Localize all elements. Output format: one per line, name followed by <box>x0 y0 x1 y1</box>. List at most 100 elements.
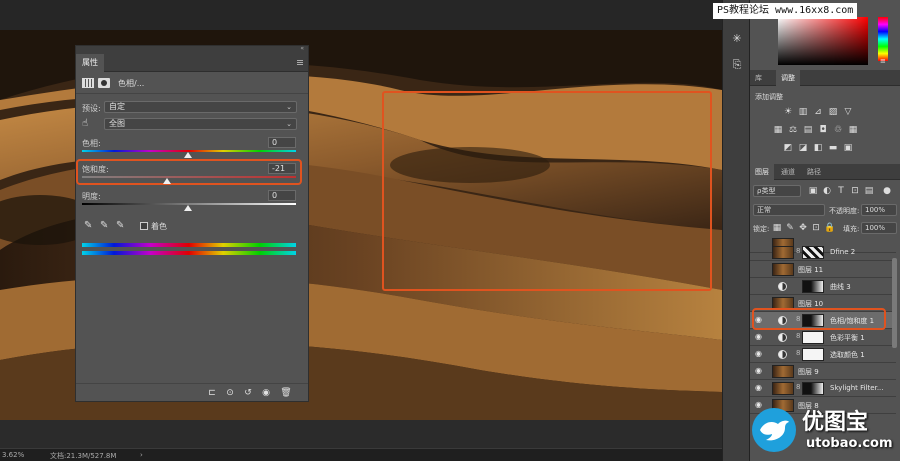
color-lookup-icon[interactable]: ▦ <box>848 125 858 135</box>
panel-menu-icon[interactable]: ≡ <box>880 57 886 65</box>
lock-transparent-icon[interactable]: ▦ <box>772 223 782 233</box>
exposure-icon[interactable]: ▨ <box>828 107 838 117</box>
color-balance-icon[interactable]: ⚖ <box>788 125 798 135</box>
status-arrow[interactable]: › <box>140 451 143 459</box>
eyedropper-plus-icon[interactable]: ✎ <box>100 220 112 232</box>
properties-panel: « 属性 色相/... 预设: 自定 ⌄ ☝ 全图 ⌄ 色相: 0 饱和度: -… <box>75 45 309 402</box>
preset-select[interactable]: 自定 ⌄ <box>104 101 297 113</box>
opacity-value: 100% <box>865 206 886 214</box>
color-picker-field[interactable] <box>778 17 868 65</box>
eye-icon[interactable]: ◉ <box>755 333 765 341</box>
panel-menu-icon[interactable] <box>297 60 303 65</box>
hue-slider-thumb[interactable] <box>184 152 192 158</box>
hue-label: 色相: <box>82 139 101 148</box>
layer-row[interactable]: ◉ 图层 9 <box>750 363 896 380</box>
layer-name: 色彩平衡 1 <box>830 334 865 342</box>
lock-all-icon[interactable]: 🔒 <box>824 223 835 233</box>
clip-to-layer-icon[interactable]: ⊏ <box>206 387 218 399</box>
hue-value-input[interactable]: 0 <box>268 137 296 148</box>
mask-icon[interactable] <box>98 78 110 88</box>
saturation-slider-thumb[interactable] <box>163 178 171 184</box>
lightness-slider-thumb[interactable] <box>184 205 192 211</box>
threshold-icon[interactable]: ◧ <box>813 143 823 153</box>
saturation-track[interactable] <box>82 176 296 178</box>
lightness-value-input[interactable]: 0 <box>268 190 296 201</box>
channel-mixer-icon[interactable]: ♲ <box>833 125 843 135</box>
filter-toggle-icon[interactable]: ● <box>882 186 892 196</box>
layer-row[interactable]: ◉ 8 色彩平衡 1 <box>750 329 896 346</box>
filter-shape-icon[interactable]: ⊡ <box>850 186 860 196</box>
link-icon: 8 <box>796 383 801 391</box>
site-watermark: PS教程论坛 www.16xx8.com <box>713 3 858 19</box>
photo-filter-icon[interactable]: ◘ <box>818 125 828 135</box>
lock-pixels-icon[interactable]: ✎ <box>785 223 795 233</box>
invert-icon[interactable]: ◩ <box>783 143 793 153</box>
layer-filter-select[interactable]: ρ类型 <box>753 185 801 197</box>
hue-saturation-icon[interactable]: ▦ <box>773 125 783 135</box>
layer-thumbnail <box>772 263 794 276</box>
layer-row[interactable]: ◉ 8 选取颜色 1 <box>750 346 896 363</box>
gradient-map-icon[interactable]: ▬ <box>828 143 838 153</box>
history-icon[interactable]: ⎘ <box>730 58 744 72</box>
vibrance-icon[interactable]: ▽ <box>843 107 853 117</box>
layer-row[interactable]: 曲线 3 <box>750 278 896 295</box>
posterize-icon[interactable]: ◪ <box>798 143 808 153</box>
tab-paths[interactable]: 路径 <box>802 164 826 180</box>
layer-name: 曲线 3 <box>830 283 851 291</box>
view-previous-icon[interactable]: ⊙ <box>224 387 236 399</box>
tab-properties[interactable]: 属性 <box>76 54 104 72</box>
black-white-icon[interactable]: ▤ <box>803 125 813 135</box>
layer-row[interactable]: 图层 11 <box>750 261 896 278</box>
hue-bar[interactable] <box>878 17 888 61</box>
zoom-level[interactable]: 3.62% <box>2 451 24 459</box>
reset-icon[interactable]: ↺ <box>242 387 254 399</box>
layers-tabbar: 图层 通道 路径 <box>750 164 900 180</box>
lock-position-icon[interactable]: ✥ <box>798 223 808 233</box>
fill-input[interactable]: 100% <box>861 222 897 234</box>
channel-value: 全图 <box>109 119 125 128</box>
canvas-topbar <box>0 0 722 30</box>
adjustment-layer-icon <box>778 282 787 291</box>
delete-trash-icon[interactable]: 🗑 <box>280 387 292 399</box>
navigator-icon[interactable]: ✳ <box>730 32 744 46</box>
collapse-icon[interactable]: « <box>300 45 304 52</box>
filter-smart-icon[interactable]: ▤ <box>864 186 874 196</box>
lock-artboard-icon[interactable]: ⊡ <box>811 223 821 233</box>
tab-channels[interactable]: 通道 <box>776 164 800 180</box>
saturation-value-input[interactable]: -21 <box>268 163 296 174</box>
opacity-input[interactable]: 100% <box>861 204 897 216</box>
tab-adjustments[interactable]: 调整 <box>776 70 800 86</box>
properties-header: 色相/... <box>76 72 308 94</box>
filter-pixel-icon[interactable]: ▣ <box>808 186 818 196</box>
eyedropper-minus-icon[interactable]: ✎ <box>116 220 128 232</box>
filter-adjustment-icon[interactable]: ◐ <box>822 186 832 196</box>
channel-select[interactable]: 全图 ⌄ <box>104 118 297 130</box>
link-icon: 8 <box>796 332 801 340</box>
targeted-adjustment-hand-icon[interactable]: ☝ <box>82 118 94 130</box>
adjustment-layer-icon[interactable] <box>82 78 94 88</box>
layers-scrollbar[interactable] <box>892 258 897 348</box>
tab-libraries[interactable]: 库 <box>750 70 767 86</box>
curves-icon[interactable]: ⊿ <box>813 107 823 117</box>
document-size: 文档:21.3M/527.8M <box>50 452 117 460</box>
properties-tabbar: 属性 <box>76 54 308 72</box>
eye-icon[interactable]: ◉ <box>755 350 765 358</box>
eyedropper-icon[interactable]: ✎ <box>84 220 96 232</box>
colorize-checkbox[interactable] <box>140 222 148 230</box>
visibility-eye-icon[interactable]: ◉ <box>260 387 272 399</box>
source-spectrum-bar <box>82 243 296 247</box>
eye-icon[interactable]: ◉ <box>755 367 765 375</box>
canvas-highlight-box <box>382 91 712 291</box>
properties-drag-strip[interactable]: « <box>76 45 308 54</box>
brightness-icon[interactable]: ☀ <box>783 107 793 117</box>
layer-thumbnail <box>772 365 794 378</box>
levels-icon[interactable]: ▥ <box>798 107 808 117</box>
chevron-down-icon: ⌄ <box>286 120 292 128</box>
layer-row[interactable]: ◉ 8 Skylight Filter... <box>750 380 896 397</box>
selective-color-icon[interactable]: ▣ <box>843 143 853 153</box>
blend-mode-select[interactable]: 正常 <box>753 204 825 216</box>
tab-layers[interactable]: 图层 <box>750 164 774 180</box>
filter-type-icon[interactable]: T <box>836 186 846 196</box>
layer-row[interactable]: 8 Dfine 2 <box>750 244 896 261</box>
eye-icon[interactable]: ◉ <box>755 384 765 392</box>
